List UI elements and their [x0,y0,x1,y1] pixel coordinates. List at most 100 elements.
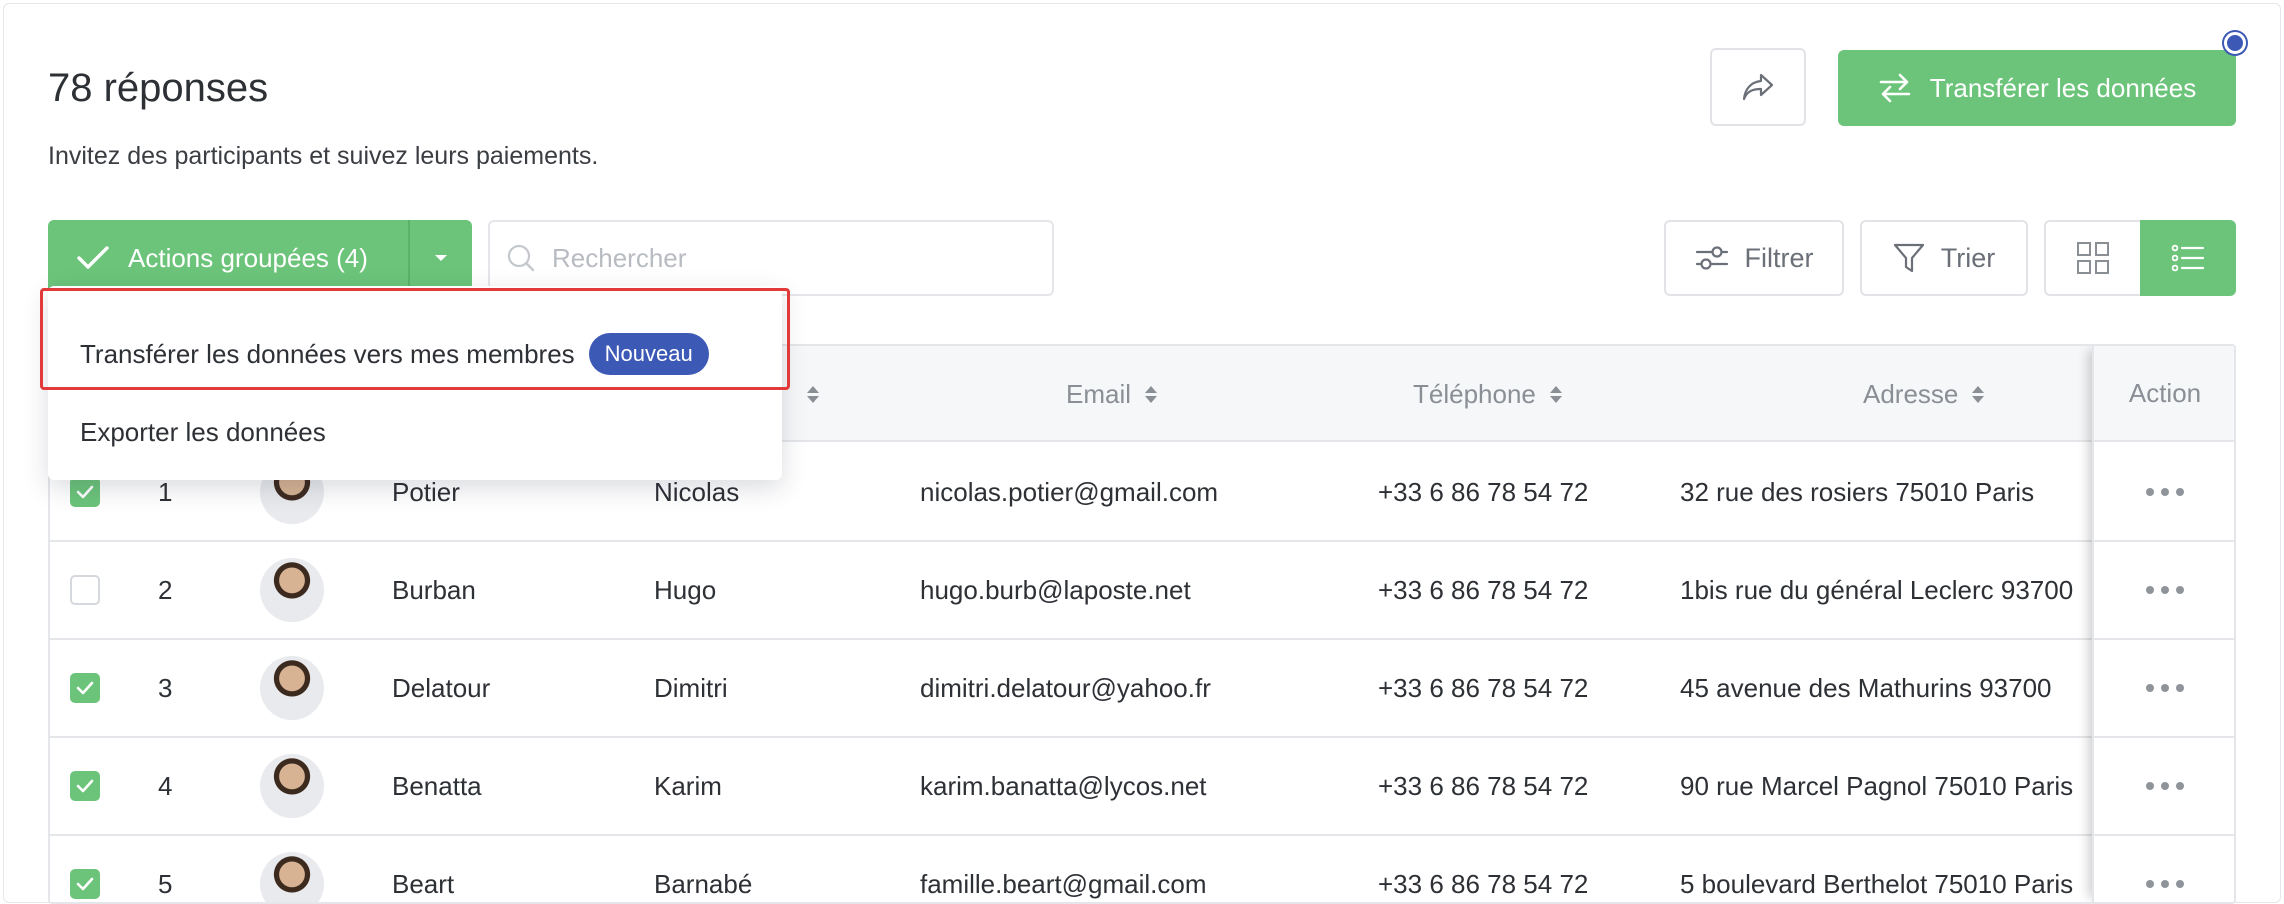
sort-arrows-icon [1972,385,1985,403]
address: 32 rue des rosiers 75010 Paris [1680,476,2035,507]
bulk-actions-button[interactable]: Actions groupées (4) [48,220,472,296]
phone: +33 6 86 78 54 72 [1378,476,1589,507]
menu-item-export-data[interactable]: Exporter les données [80,404,326,460]
email: dimitri.delatour@yahoo.fr [920,672,1211,703]
table-row[interactable]: 3 Delatour Dimitri dimitri.delatour@yahoo.f… [50,640,2234,738]
check-icon [76,681,94,695]
more-dots-icon [2146,586,2154,594]
bulk-actions-menu: Transférer les données vers mes membres … [48,286,782,480]
row-actions-button[interactable] [2094,738,2234,834]
funnel-icon [1893,243,1924,273]
table-row[interactable]: 5 Beart Barnabé famille.beart@gmail.com +33 … [50,836,2234,902]
page-subtitle: Invitez des participants et suivez leurs… [48,142,599,170]
first-name: Hugo [654,574,717,605]
email: famille.beart@gmail.com [920,868,1207,899]
row-checkbox[interactable] [70,477,100,507]
more-dots-icon [2146,488,2154,496]
search-input[interactable] [550,241,1030,275]
more-dots-icon [2161,684,2169,692]
list-icon [2171,244,2205,272]
bulk-actions-label: Actions groupées (4) [128,242,368,273]
address: 45 avenue des Mathurins 93700 [1680,672,2052,703]
row-checkbox-cell [70,738,130,834]
row-checkbox[interactable] [70,575,100,605]
row-checkbox[interactable] [70,673,100,703]
column-header-email[interactable]: Email [1066,346,1158,442]
row-number: 4 [158,770,173,801]
address: 5 boulevard Berthelot 75010 Paris [1680,868,2074,899]
transfer-arrows-icon [1879,73,1911,103]
transfer-data-button[interactable]: Transférer les données [1838,50,2236,126]
last-name: Delatour [392,672,491,703]
avatar [260,656,324,720]
row-checkbox[interactable] [70,771,100,801]
search-box[interactable] [488,220,1054,296]
row-actions-button[interactable] [2094,444,2234,540]
grid-icon [2077,242,2109,274]
check-icon [76,877,94,891]
row-actions-button[interactable] [2094,542,2234,638]
more-dots-icon [2176,880,2184,888]
column-header-action: Action [2094,346,2234,442]
sort-arrows-icon [1145,385,1158,403]
filter-button[interactable]: Filtrer [1664,220,1844,296]
phone: +33 6 86 78 54 72 [1378,574,1589,605]
column-header-address[interactable]: Adresse [1863,346,1985,442]
notification-dot [2224,32,2246,54]
sliders-icon [1695,246,1728,270]
column-header-name-sort[interactable] [807,346,819,442]
row-number: 2 [158,574,173,605]
last-name: Benatta [392,770,482,801]
phone: +33 6 86 78 54 72 [1378,770,1589,801]
first-name: Barnabé [654,868,753,899]
sort-label: Trier [1940,242,1996,273]
list-view-button[interactable] [2140,220,2236,296]
action-column: Action [2092,346,2234,902]
check-icon [76,485,94,499]
bulk-actions-dropdown-toggle[interactable] [410,220,472,296]
row-actions-button[interactable] [2094,836,2234,902]
more-dots-icon [2176,684,2184,692]
row-checkbox-cell [70,640,130,736]
sort-arrows-icon [1549,385,1562,403]
avatar [260,754,324,818]
more-dots-icon [2146,684,2154,692]
view-toggle [2044,220,2236,296]
more-dots-icon [2161,880,2169,888]
email: nicolas.potier@gmail.com [920,476,1219,507]
share-icon [1742,73,1774,101]
first-name: Dimitri [654,672,728,703]
address: 90 rue Marcel Pagnol 75010 Paris [1680,770,2074,801]
address: 1bis rue du général Leclerc 93700 [1680,574,2074,605]
first-name: Karim [654,770,722,801]
grid-view-button[interactable] [2044,220,2140,296]
row-checkbox-cell [70,542,130,638]
page-title: 78 réponses [48,66,269,110]
row-checkbox[interactable] [70,869,100,899]
menu-item-transfer-to-members[interactable]: Transférer les données vers mes membres … [80,326,709,382]
row-number: 5 [158,868,173,899]
avatar-cell [260,640,340,736]
bulk-actions-main[interactable]: Actions groupées (4) [48,220,408,296]
email: karim.banatta@lycos.net [920,770,1207,801]
email: hugo.burb@laposte.net [920,574,1191,605]
table-row[interactable]: 4 Benatta Karim karim.banatta@lycos.net +33 … [50,738,2234,836]
last-name: Burban [392,574,476,605]
more-dots-icon [2176,782,2184,790]
column-header-phone[interactable]: Téléphone [1413,346,1562,442]
row-actions-button[interactable] [2094,640,2234,736]
row-number: 3 [158,672,173,703]
sort-button[interactable]: Trier [1860,220,2028,296]
table-row[interactable]: 2 Burban Hugo hugo.burb@laposte.net +33 6 86… [50,542,2234,640]
new-badge: Nouveau [588,333,709,375]
avatar-cell [260,542,340,638]
share-button[interactable] [1710,48,1806,126]
more-dots-icon [2176,586,2184,594]
avatar-cell [260,738,340,834]
avatar [260,852,324,902]
sort-arrows-icon [807,385,819,403]
more-dots-icon [2161,586,2169,594]
check-icon [77,246,109,269]
row-checkbox-cell [70,836,130,902]
more-dots-icon [2161,782,2169,790]
